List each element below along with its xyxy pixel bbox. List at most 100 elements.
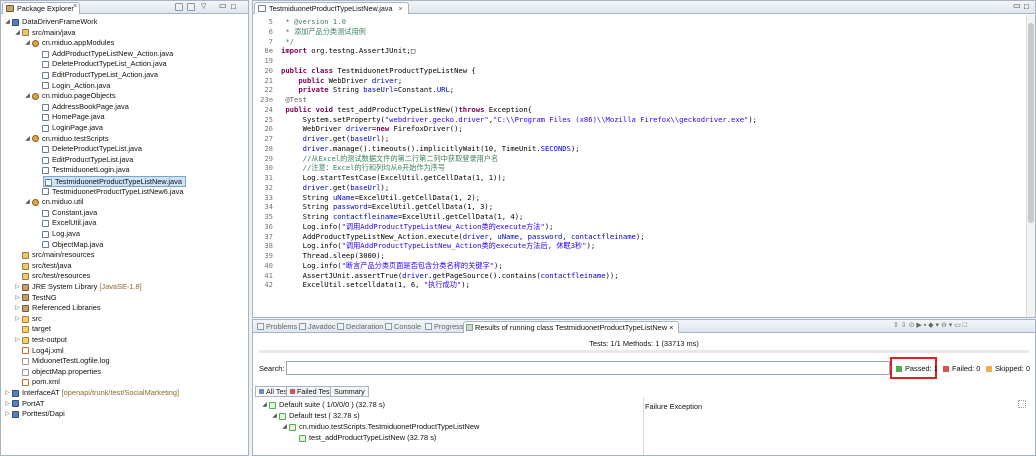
tree-item[interactable]: target — [1, 324, 248, 335]
link-with-editor-icon[interactable] — [187, 3, 195, 11]
bottom-tab-declaration[interactable]: Declaration — [335, 321, 387, 333]
maximize-icon[interactable]: □ — [1024, 3, 1032, 11]
expand-toggle-icon[interactable]: ▷ — [14, 293, 21, 304]
package-explorer-tab[interactable]: Package Explorer — [2, 2, 80, 14]
package-explorer-pane: Package Explorer × ▽ ▭ □ ◢ DataDrivenFram… — [0, 0, 249, 456]
expand-toggle-icon[interactable]: ◢ — [24, 38, 31, 49]
tree-item[interactable]: AddressBookPage.java — [1, 102, 248, 113]
code-area[interactable]: 5 * @version 1.0 6 * 添加产品分类测试用例 7 */8⊕ impo… — [253, 15, 1025, 317]
tree-item-label: ExcelUtil.java — [52, 218, 97, 228]
tree-item[interactable]: ◢ cn.miduo.testScripts — [1, 134, 248, 145]
expand-toggle-icon[interactable]: ▷ — [14, 335, 21, 346]
tree-item[interactable]: objectMap.properties — [1, 367, 248, 378]
tree-item[interactable]: ◢ cn.miduo.util — [1, 197, 248, 208]
expand-toggle-icon[interactable]: ◢ — [14, 28, 21, 39]
tree-item[interactable]: ▷ InterfaceAT [openapi/trunk/test/SocialM… — [1, 388, 248, 399]
xml-file-icon — [22, 347, 29, 355]
tree-item[interactable]: TestmiduonetProductTypeListNew6.java — [1, 187, 248, 198]
tree-item[interactable]: ExcelUtil.java — [1, 218, 248, 229]
tree-item[interactable]: src/main/resources — [1, 250, 248, 261]
tree-item[interactable]: HomePage.java — [1, 112, 248, 123]
expand-toggle-icon[interactable]: ◢ — [24, 91, 31, 102]
tree-item[interactable]: ▷ src — [1, 314, 248, 325]
results-tree-label: cn.miduo.testScripts.TestmiduonetProduct… — [299, 422, 480, 431]
tree-item[interactable]: Login_Action.java — [1, 81, 248, 92]
tree-item[interactable]: ▷ TestNG — [1, 293, 248, 304]
tree-item[interactable]: ◢ DataDrivenFrameWork — [1, 17, 248, 28]
bottom-tab-problems[interactable]: Problems — [255, 321, 301, 333]
tab-icon — [337, 323, 344, 330]
source-folder-icon — [22, 262, 29, 270]
expand-toggle-icon[interactable]: ▷ — [14, 314, 21, 325]
tree-item[interactable]: ▷ Porttest/Dapi — [1, 409, 248, 420]
tree-item[interactable]: Log.java — [1, 229, 248, 240]
results-tree-item[interactable]: ◢ cn.miduo.testScripts.TestmiduonetProduc… — [255, 422, 635, 433]
expand-toggle-icon[interactable]: ▷ — [14, 303, 21, 314]
expand-toggle-icon[interactable]: ◢ — [24, 134, 31, 145]
bottom-tab-console[interactable]: Console — [383, 321, 425, 333]
editor-tab[interactable]: TestmiduonetProductTypeListNew.java × — [254, 2, 409, 14]
tree-item[interactable]: TestmiduonetLogin.java — [1, 165, 248, 176]
tree-item[interactable]: ObjectMap.java — [1, 240, 248, 251]
tree-item[interactable]: pom.xml — [1, 377, 248, 388]
maximize-icon[interactable]: □ — [231, 3, 239, 11]
tree-item[interactable]: ▷ test-output — [1, 335, 248, 346]
tree-item[interactable]: DeleteProductTypeList.java — [1, 144, 248, 155]
line-number: 30 — [264, 163, 273, 173]
expand-toggle-icon[interactable]: ◢ — [4, 17, 11, 28]
bottom-tab-label: Javadoc — [308, 322, 336, 331]
code-text: public WebDriver driver; — [298, 75, 403, 85]
tree-item[interactable]: src/test/resources — [1, 271, 248, 282]
tree-item[interactable]: EditProductTypeList.java — [1, 155, 248, 166]
tree-item[interactable]: src/test/java — [1, 261, 248, 272]
tree-item[interactable]: ▷ Referenced Libraries — [1, 303, 248, 314]
copy-icon[interactable] — [1018, 400, 1026, 408]
code-line: 26 WebDriver driver=new FirefoxDriver(); — [253, 124, 1025, 134]
results-subtab-summary[interactable]: Summary — [330, 386, 369, 397]
tree-item[interactable]: Constant.java — [1, 208, 248, 219]
close-tab-icon[interactable]: × — [667, 323, 673, 332]
code-line: 20 public class TestmiduonetProductTypeLi… — [253, 66, 1025, 76]
results-tree-item[interactable]: ◢ Default test ( 32.78 s) — [255, 411, 635, 422]
close-tab-icon[interactable]: × — [398, 4, 402, 13]
results-toolbar-icons[interactable]: ⇧ ⇩ ⊙ ▶ ▪ ◆ ▾ ⊖ ▾ ▭ □ — [893, 322, 1023, 330]
tree-item[interactable]: ▷ JRE System Library [JavaSE-1.8] — [1, 282, 248, 293]
tree-item-suffix: [JavaSE-1.8] — [97, 282, 142, 291]
expand-toggle-icon[interactable]: ◢ — [271, 411, 278, 422]
package-explorer-icon — [6, 5, 14, 12]
tree-item[interactable]: LoginPage.java — [1, 123, 248, 134]
tree-item[interactable]: TestmiduonetProductTypeListNew.java — [43, 176, 186, 187]
tree-item[interactable]: ◢ cn.miduo.appModules — [1, 38, 248, 49]
tree-item[interactable]: MiduonetTestLogfile.log — [1, 356, 248, 367]
collapse-all-icon[interactable] — [175, 3, 183, 11]
close-tab-icon[interactable]: × — [73, 3, 81, 11]
expand-toggle-icon[interactable]: ▷ — [4, 399, 11, 410]
view-menu-icon[interactable]: ▽ — [201, 3, 209, 11]
expand-toggle-icon[interactable]: ◢ — [261, 400, 268, 411]
tree-item[interactable]: EditProductTypeList_Action.java — [1, 70, 248, 81]
tree-item[interactable]: ▷ PortAT — [1, 399, 248, 410]
results-tree-item[interactable]: test_addProductTypeListNew (32.78 s) — [255, 433, 635, 444]
tree-item[interactable]: Log4j.xml — [1, 346, 248, 357]
bottom-tab-javadoc[interactable]: Javadoc — [297, 321, 340, 333]
tree-item[interactable]: DeleteProductTypeList_Action.java — [1, 59, 248, 70]
expand-toggle-icon[interactable]: ◢ — [281, 422, 288, 433]
bottom-tab-progress[interactable]: Progress — [423, 321, 468, 333]
bottom-tab-results[interactable]: Results of running class TestmiduonetPro… — [463, 321, 679, 333]
editor-scroll-thumb[interactable] — [1028, 23, 1034, 223]
editor-scrollbar[interactable] — [1026, 15, 1035, 317]
expand-toggle-icon[interactable]: ▷ — [4, 388, 11, 399]
minimize-icon[interactable]: ▭ — [1013, 2, 1021, 11]
search-input[interactable] — [286, 361, 890, 375]
expand-toggle-icon[interactable]: ◢ — [24, 197, 31, 208]
expand-toggle-icon[interactable]: ▷ — [14, 282, 21, 293]
tree-item[interactable]: AddProductTypeListNew_Action.java — [1, 49, 248, 60]
tree-item[interactable]: ◢ src/main/java — [1, 28, 248, 39]
tree-item[interactable]: ◢ cn.miduo.pageObjects — [1, 91, 248, 102]
minimize-icon[interactable]: ▭ — [219, 2, 227, 11]
results-summary: Tests: 1/1 Methods: 1 (33713 ms) — [589, 339, 699, 348]
code-text: Log.info("调用AddProductTypeListNew_Action… — [281, 241, 596, 251]
code-text: Thread.sleep(3000); — [281, 251, 385, 260]
expand-toggle-icon[interactable]: ▷ — [4, 409, 11, 420]
results-tree-item[interactable]: ◢ Default suite ( 1/0/0/0 ) (32.78 s) — [255, 400, 635, 411]
